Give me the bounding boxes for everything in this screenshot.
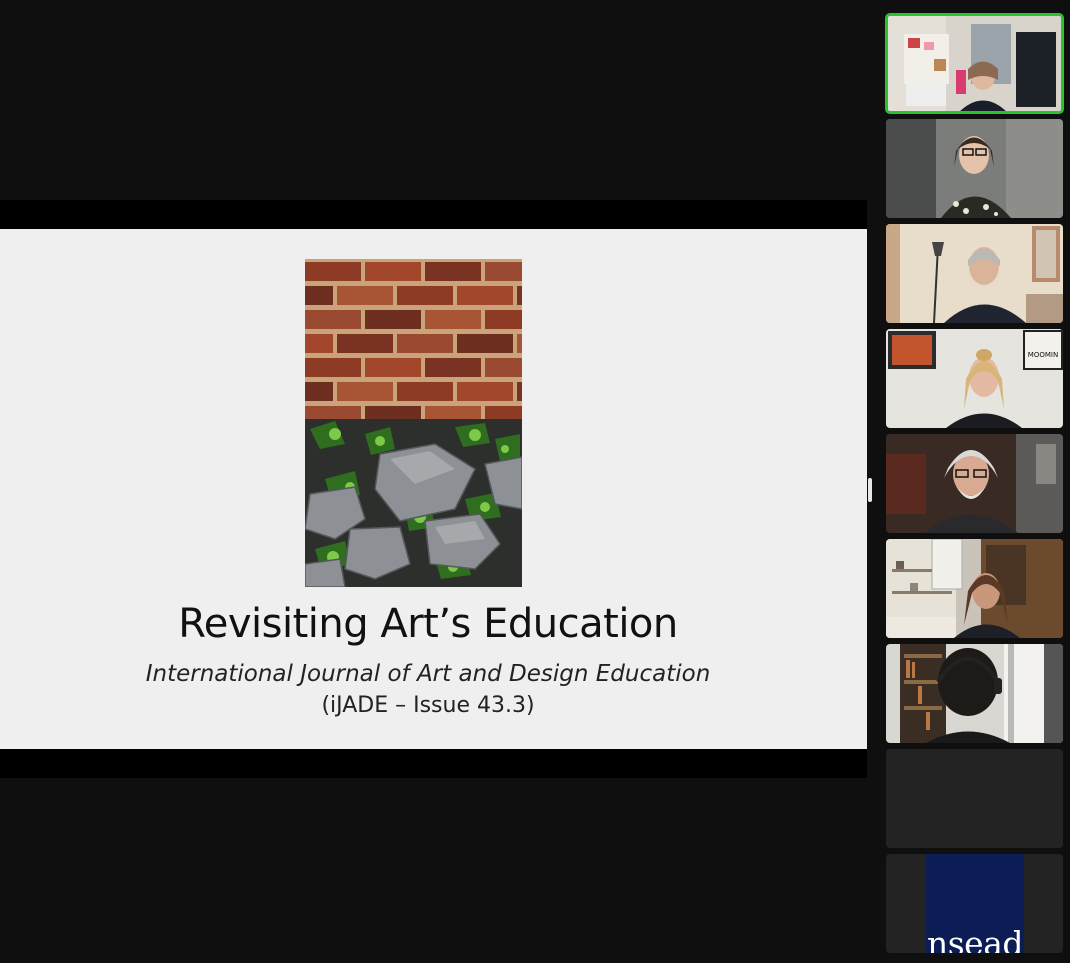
- video-tile-participant-4[interactable]: MOOMIN: [886, 329, 1063, 428]
- participant-video: [886, 119, 1063, 218]
- video-tile-participant-9[interactable]: nsead: [886, 854, 1063, 953]
- participant-video: MOOMIN: [886, 329, 1063, 428]
- svg-text:MOOMIN: MOOMIN: [1028, 351, 1058, 359]
- video-tile-participant-7[interactable]: [886, 644, 1063, 743]
- panel-resize-handle[interactable]: [868, 478, 872, 502]
- participant-video: [886, 644, 1063, 743]
- participant-video: [886, 14, 1063, 113]
- presentation-slide: Revisiting Art’s Education International…: [0, 229, 867, 749]
- video-tile-participant-8[interactable]: [886, 749, 1063, 848]
- video-tile-participant-6[interactable]: [886, 539, 1063, 638]
- participant-video: [886, 224, 1063, 323]
- nsead-logo-text: nsead: [926, 924, 1024, 953]
- video-tile-participant-3[interactable]: [886, 224, 1063, 323]
- nsead-logo: nsead: [926, 854, 1024, 953]
- screen-share-area[interactable]: Revisiting Art’s Education International…: [0, 200, 867, 778]
- video-tile-participant-2[interactable]: [886, 119, 1063, 218]
- slide-subtitle: International Journal of Art and Design …: [145, 661, 711, 687]
- slide-issue: (iJADE – Issue 43.3): [321, 693, 535, 718]
- slide-title: Revisiting Art’s Education: [178, 601, 678, 647]
- video-tile-participant-1[interactable]: [885, 13, 1064, 114]
- participant-video: [886, 539, 1063, 638]
- brick-wall-photo: [305, 259, 522, 587]
- participant-video: [886, 434, 1063, 533]
- video-tile-participant-5[interactable]: [886, 434, 1063, 533]
